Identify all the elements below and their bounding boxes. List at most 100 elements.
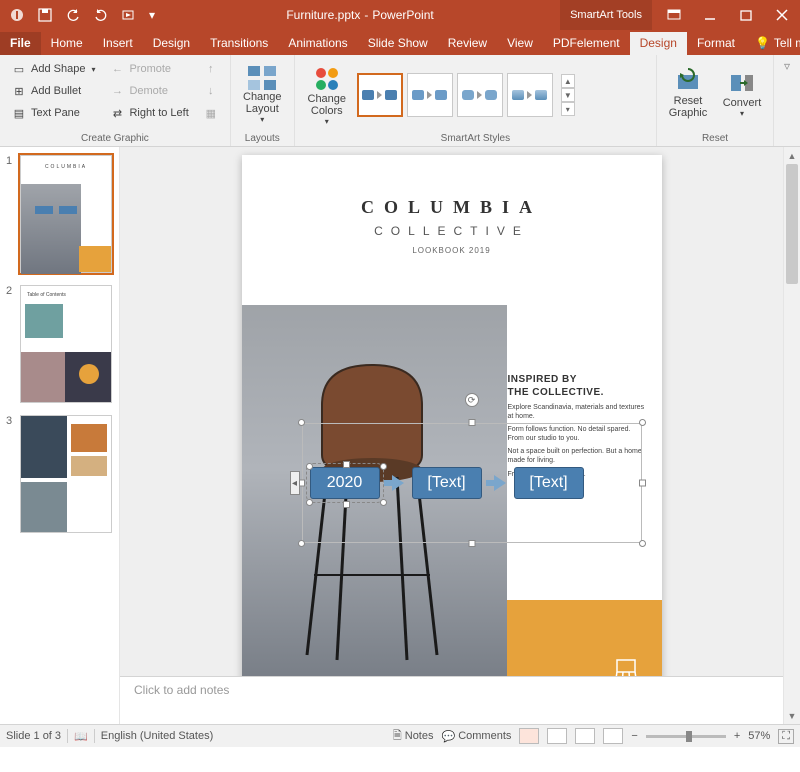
smartart-node-1[interactable]: 2020 [310,467,380,499]
ribbon-display-options[interactable] [656,0,692,30]
notes-toggle[interactable]: 🗎Notes [393,727,434,746]
zoom-thumb[interactable] [686,731,692,742]
node-handle[interactable] [343,461,350,468]
tellme[interactable]: 💡Tell me... [745,32,800,55]
canvas-area: COLUMBIA COLLECTIVE LOOKBOOK 2019 [120,147,783,724]
tab-smartart-design[interactable]: Design [630,32,687,55]
tab-slideshow[interactable]: Slide Show [358,32,438,55]
style-3[interactable] [457,73,503,117]
slide-thumbnails: 1 COLUMBIA 2 Table of Contents 3 [0,147,120,724]
tab-insert[interactable]: Insert [93,32,143,55]
tab-design[interactable]: Design [143,32,200,55]
reading-view-button[interactable] [575,728,595,744]
style-4[interactable] [507,73,553,117]
style-1[interactable] [357,73,403,117]
add-bullet-icon: ⊞ [11,83,27,99]
style-2[interactable] [407,73,453,117]
slide-canvas[interactable]: COLUMBIA COLLECTIVE LOOKBOOK 2019 [242,155,662,676]
node-handle[interactable] [343,501,350,508]
smartart-object[interactable]: ⟳ ◂ 2020 [Text] [Text] [302,423,642,543]
add-bullet-button[interactable]: ⊞Add Bullet [6,81,100,101]
tab-review[interactable]: Review [438,32,497,55]
text-pane-toggle[interactable]: ◂ [290,471,300,495]
node-handle[interactable] [380,463,387,470]
resize-handle-nw[interactable] [298,419,305,426]
reset-graphic-button[interactable]: Reset Graphic [663,59,713,127]
redo-button[interactable] [90,4,112,26]
smartart-arrow-2 [494,475,506,491]
gallery-more[interactable]: ▾ [561,102,575,116]
ribbon: ▭Add Shape▾ ⊞Add Bullet ▤Text Pane ←Prom… [0,55,800,147]
scroll-down[interactable]: ▼ [784,707,800,724]
styles-gallery: ▲ ▼ ▾ [357,73,575,117]
zoom-in[interactable]: + [734,730,740,742]
rotate-handle[interactable]: ⟳ [465,393,479,407]
add-shape-icon: ▭ [11,61,27,77]
node-handle[interactable] [306,463,313,470]
maximize-button[interactable] [728,0,764,30]
language-indicator[interactable]: English (United States) [101,730,214,742]
close-button[interactable] [764,0,800,30]
fit-to-window[interactable]: ⛶ [778,729,794,744]
resize-handle-n[interactable] [468,419,475,426]
gallery-up[interactable]: ▲ [561,74,575,88]
change-colors-icon [313,65,341,93]
move-down-button[interactable]: ↓ [198,81,224,101]
node-handle[interactable] [306,499,313,506]
slide-indicator[interactable]: Slide 1 of 3 [6,730,61,742]
resize-handle-sw[interactable] [298,540,305,547]
node-handle[interactable] [380,499,387,506]
undo-button[interactable] [62,4,84,26]
add-shape-button[interactable]: ▭Add Shape▾ [6,59,100,79]
thumbnail-3[interactable] [20,415,112,533]
demote-icon: → [109,83,125,99]
save-button[interactable] [34,4,56,26]
right-to-left-button[interactable]: ⇄Right to Left [104,103,193,123]
spellcheck-icon[interactable]: 📖 [74,730,88,743]
move-up-button[interactable]: ↑ [198,59,224,79]
tab-view[interactable]: View [497,32,543,55]
layout-button[interactable]: ▦ [198,103,224,123]
tab-pdfelement[interactable]: PDFelement [543,32,630,55]
tab-animations[interactable]: Animations [278,32,357,55]
zoom-level[interactable]: 57% [748,730,770,742]
demote-button[interactable]: →Demote [104,81,193,101]
notes-pane[interactable]: Click to add notes [120,676,783,724]
tab-transitions[interactable]: Transitions [200,32,278,55]
text-pane-button[interactable]: ▤Text Pane [6,103,100,123]
smartart-node-3[interactable]: [Text] [514,467,584,499]
scroll-up[interactable]: ▲ [784,147,800,164]
tab-home[interactable]: Home [41,32,93,55]
scroll-thumb[interactable] [786,164,798,284]
resize-handle-ne[interactable] [639,419,646,426]
zoom-out[interactable]: − [631,730,637,742]
tab-smartart-format[interactable]: Format [687,32,745,55]
thumbnail-2[interactable]: Table of Contents [20,285,112,403]
tab-file[interactable]: File [0,32,41,55]
convert-button[interactable]: Convert▾ [717,59,767,127]
qat-customize[interactable]: ▾ [146,4,158,26]
promote-button[interactable]: ←Promote [104,59,193,79]
slideshow-view-button[interactable] [603,728,623,744]
up-icon: ↑ [203,61,219,77]
normal-view-button[interactable] [519,728,539,744]
sorter-view-button[interactable] [547,728,567,744]
gallery-down[interactable]: ▼ [561,88,575,102]
smartart-node-2[interactable]: [Text] [412,467,482,499]
resize-handle-e[interactable] [639,480,646,487]
group-styles: Change Colors▾ ▲ ▼ ▾ SmartArt Styles [295,55,657,146]
thumbnail-1[interactable]: COLUMBIA [20,155,112,273]
zoom-slider[interactable] [646,735,726,738]
minimize-button[interactable] [692,0,728,30]
resize-handle-s[interactable] [468,540,475,547]
change-layout-button[interactable]: Change Layout▾ [237,59,288,127]
orange-block [507,600,662,676]
resize-handle-se[interactable] [639,540,646,547]
comments-toggle[interactable]: 💬Comments [442,730,512,743]
app-icon[interactable] [6,4,28,26]
collapse-ribbon-button[interactable]: ▿ [784,59,790,73]
vertical-scrollbar[interactable]: ▲ ▼ [783,147,800,724]
change-colors-button[interactable]: Change Colors▾ [301,61,353,129]
workspace: 1 COLUMBIA 2 Table of Contents 3 [0,147,800,724]
start-from-beginning-button[interactable] [118,4,140,26]
